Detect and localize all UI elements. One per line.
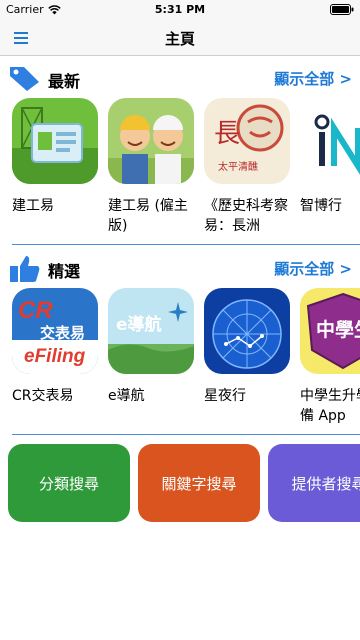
latest-show-all-link[interactable]: 顯示全部 >: [274, 68, 352, 89]
svg-text:太平清醮: 太平清醮: [218, 160, 258, 173]
app-icon-workers: [108, 98, 194, 184]
svg-text:eFiling: eFiling: [24, 346, 86, 367]
svg-text:e導航: e導航: [116, 314, 162, 335]
tag-icon: [8, 64, 42, 96]
provider-search-button[interactable]: 提供者搜尋: [268, 444, 360, 522]
app-icon-star-night: [204, 288, 290, 374]
svg-text:中學生: 中學生: [316, 318, 360, 341]
app-icon-e-navigation: e導航: [108, 288, 194, 374]
featured-section-title: 精選: [48, 262, 81, 281]
app-item-featured-2[interactable]: e導航 e導航: [108, 288, 198, 406]
app-icon-smart-museum: [300, 98, 360, 184]
app-label: 建工易: [12, 198, 54, 214]
app-label: 《歷史科考察易：長洲: [204, 198, 288, 234]
app-icon-cr-efiling: CR 交表易 eFiling: [12, 288, 98, 374]
app-item-latest-3[interactable]: 長 太平清醮 《歷史科考察易：長洲: [204, 98, 294, 236]
app-label: e導航: [108, 388, 145, 404]
svg-text:長: 長: [214, 119, 240, 149]
app-label: CR交表易: [12, 388, 74, 404]
app-label: 建工易 (僱主版): [108, 198, 188, 234]
thumbs-up-icon: [8, 254, 42, 288]
app-icon-history: 長 太平清醮: [204, 98, 290, 184]
app-label: 智博行: [300, 198, 342, 214]
search-buttons-row: 分類搜尋 關鍵字搜尋 提供者搜尋: [0, 444, 360, 522]
latest-apps-row[interactable]: 建工易 建工易 (僱主版) 長 太平清醮 《歷史科考察易：長洲 智博行: [0, 98, 360, 240]
app-item-latest-1[interactable]: 建工易: [12, 98, 102, 216]
navigation-bar: 主頁: [0, 20, 360, 56]
featured-show-all-link[interactable]: 顯示全部 >: [274, 258, 352, 279]
status-bar: Carrier 5:31 PM: [0, 0, 360, 20]
app-item-featured-3[interactable]: 星夜行: [204, 288, 294, 406]
app-item-featured-4[interactable]: 中學生 中學生升學必備 App: [300, 288, 360, 426]
featured-section-header: 精選 顯示全部 >: [0, 250, 360, 286]
category-search-button[interactable]: 分類搜尋: [8, 444, 130, 522]
app-label: 星夜行: [204, 388, 246, 404]
latest-section-title: 最新: [48, 72, 81, 91]
svg-text:交表易: 交表易: [40, 324, 85, 342]
page-title: 主頁: [164, 30, 195, 48]
app-item-featured-1[interactable]: CR 交表易 eFiling CR交表易: [12, 288, 102, 406]
featured-apps-row[interactable]: CR 交表易 eFiling CR交表易 e導航 e導航 星夜行 中學 中學生升…: [0, 288, 360, 432]
app-icon-construction: [12, 98, 98, 184]
app-label: 中學生升學必備 App: [300, 388, 360, 424]
clock: 5:31 PM: [154, 3, 206, 16]
section-divider: [12, 244, 360, 245]
svg-text:CR: CR: [18, 297, 53, 324]
app-icon-secondary-student: 中學生: [300, 288, 360, 374]
battery-icon: [330, 4, 354, 18]
app-item-latest-2[interactable]: 建工易 (僱主版): [108, 98, 198, 236]
keyword-search-button[interactable]: 關鍵字搜尋: [138, 444, 260, 522]
section-divider: [12, 434, 360, 435]
app-item-latest-4[interactable]: 智博行: [300, 98, 360, 216]
latest-section-header: 最新 顯示全部 >: [0, 60, 360, 96]
